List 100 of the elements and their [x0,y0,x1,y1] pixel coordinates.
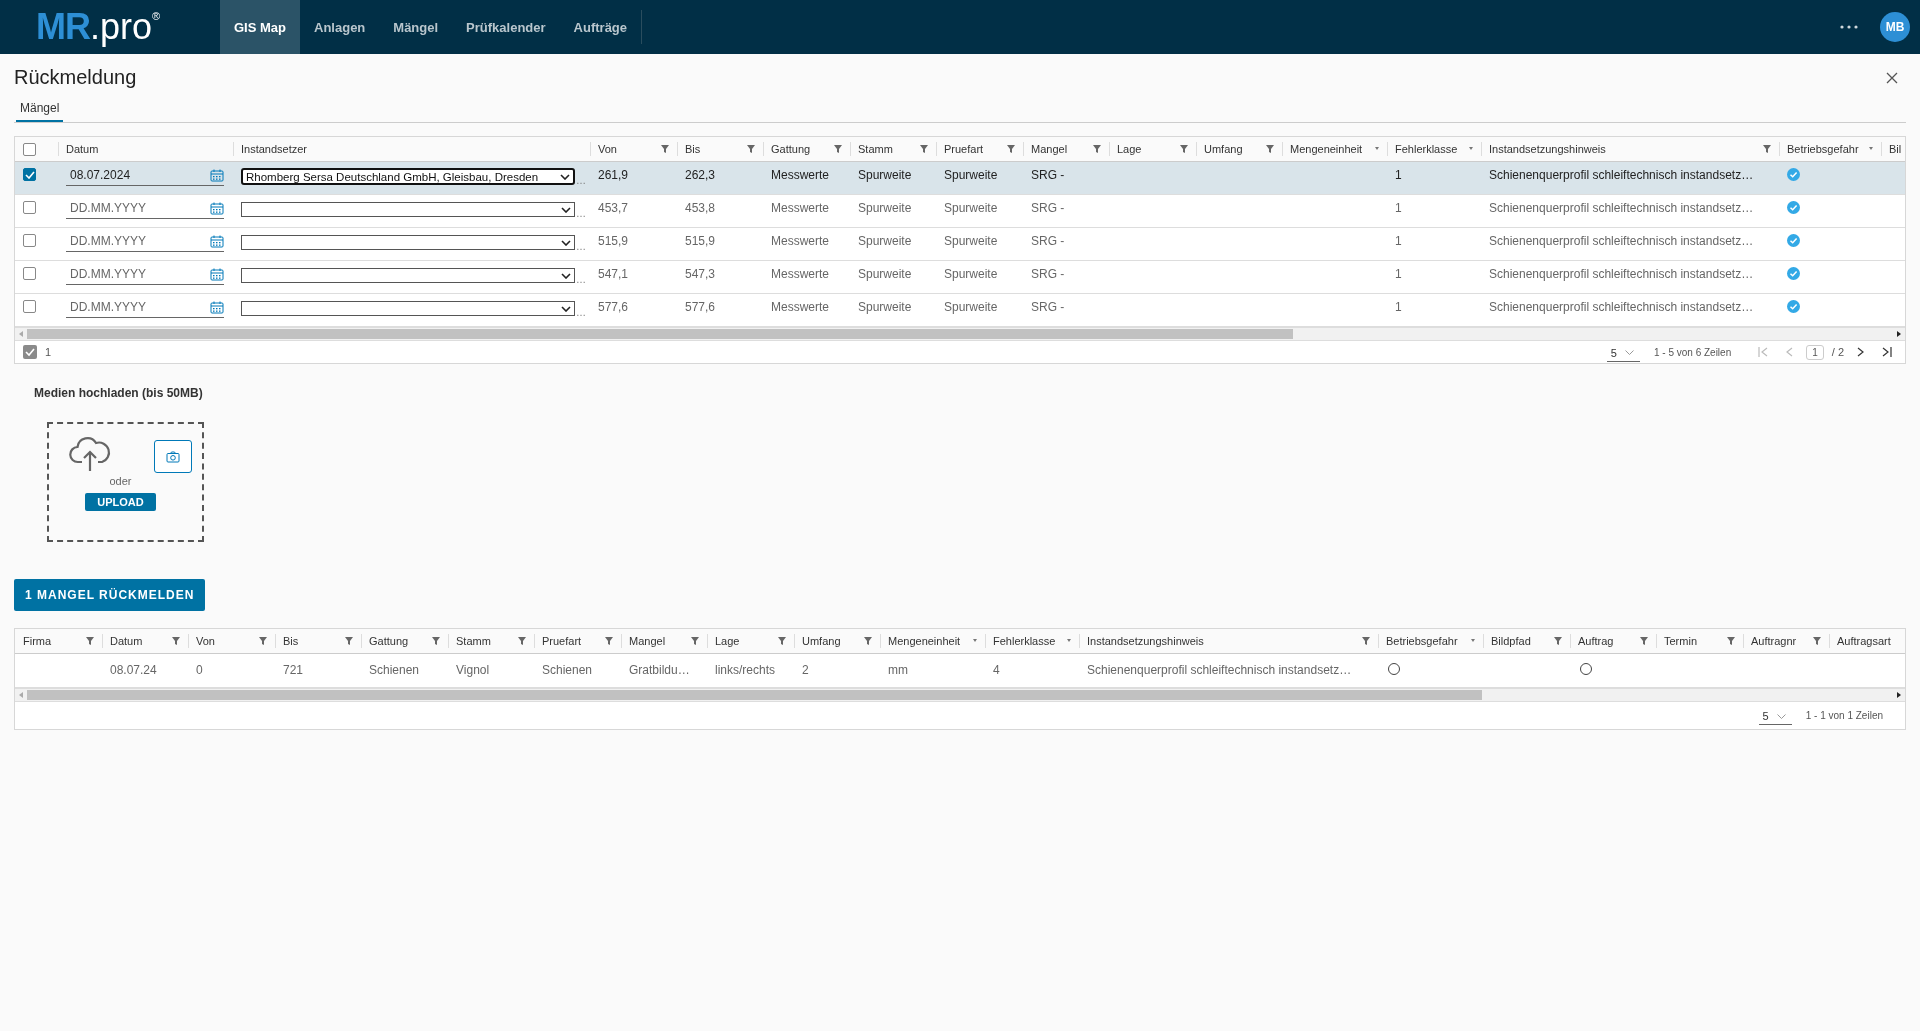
nav-tab[interactable]: Anlagen [300,0,380,54]
column-header[interactable]: Von [196,635,255,647]
sort-icon[interactable] [1375,147,1379,151]
nav-tab[interactable]: Mängel [379,0,453,54]
close-icon[interactable] [1886,71,1898,84]
column-header[interactable]: Termin [1664,635,1723,647]
column-header[interactable]: Instandsetzungshinweis [1489,143,1759,155]
horizontal-scrollbar[interactable] [15,688,1905,702]
filter-icon[interactable] [1727,637,1735,645]
user-avatar[interactable]: MB [1880,12,1910,42]
column-header[interactable]: Mangel [1031,143,1089,155]
column-header[interactable]: Betriebsgefahr [1386,635,1467,647]
tab[interactable]: Mängel [16,97,64,122]
filter-icon[interactable] [1813,637,1821,645]
caret-icon[interactable] [561,239,571,246]
chevron-down-icon[interactable] [1624,350,1634,355]
row-checkbox[interactable] [23,168,36,181]
contractor-dropdown[interactable]: Rhomberg Sersa Deutschland GmbH, Gleisbau, Dresden [241,168,575,185]
filter-icon[interactable] [1266,145,1274,153]
filter-icon[interactable] [1763,145,1771,153]
row-checkbox[interactable] [23,234,36,247]
calendar-icon[interactable] [210,168,224,182]
column-header[interactable]: Umfang [1204,143,1262,155]
contractor-dropdown[interactable] [241,235,575,250]
filter-icon[interactable] [691,637,699,645]
nav-tab[interactable]: Prüfkalender [452,0,560,54]
filter-icon[interactable] [778,637,786,645]
column-header[interactable]: Bildpfad [1491,635,1550,647]
column-header[interactable]: Instandsetzer [241,143,582,155]
caret-icon[interactable] [561,272,571,279]
column-header[interactable]: Firma [23,635,82,647]
filter-icon[interactable] [259,637,267,645]
row-checkbox[interactable] [23,201,36,214]
row-checkbox[interactable] [23,300,36,313]
select-all-checkbox[interactable] [23,142,36,156]
column-header[interactable]: Lage [1117,143,1176,155]
filter-icon[interactable] [747,145,755,153]
filter-icon[interactable] [834,145,842,153]
scroll-right-icon[interactable] [1897,331,1901,337]
sort-icon[interactable] [1869,147,1873,151]
filter-icon[interactable] [1093,145,1101,153]
page-size-dropdown[interactable]: 5 [1758,710,1792,725]
contractor-dropdown[interactable] [241,301,575,316]
date-field[interactable]: DD.MM.YYYY [66,198,224,219]
calendar-icon[interactable] [210,267,224,281]
last-page-icon[interactable] [1882,347,1892,357]
column-header[interactable]: Mangel [629,635,687,647]
filter-icon[interactable] [605,637,613,645]
camera-icon[interactable] [166,450,180,463]
filter-icon[interactable] [920,145,928,153]
column-header[interactable]: Auftragsart [1837,635,1901,647]
next-page-icon[interactable] [1857,347,1864,357]
calendar-icon[interactable] [210,300,224,314]
filter-icon[interactable] [86,637,94,645]
row-checkbox[interactable] [23,267,36,280]
date-field[interactable]: DD.MM.YYYY [66,264,224,285]
column-header[interactable]: Pruefart [542,635,601,647]
sort-icon[interactable] [1469,147,1473,151]
filter-icon[interactable] [172,637,180,645]
date-field[interactable]: DD.MM.YYYY [66,231,224,252]
caret-icon[interactable] [561,305,571,312]
column-header[interactable]: Stamm [456,635,514,647]
sort-icon[interactable] [973,639,977,643]
contractor-dropdown[interactable] [241,202,575,217]
upload-button[interactable]: UPLOAD [85,493,156,511]
filter-icon[interactable] [432,637,440,645]
calendar-icon[interactable] [210,234,224,248]
date-field[interactable]: 08.07.2024 [66,165,224,186]
column-header[interactable]: Datum [66,143,225,155]
column-header[interactable]: Bil [1889,143,1905,155]
filter-icon[interactable] [1362,637,1370,645]
nav-tab[interactable]: GIS Map [220,0,300,54]
column-header[interactable]: Auftragnr [1751,635,1809,647]
column-header[interactable]: Umfang [802,635,860,647]
scroll-right-icon[interactable] [1897,692,1901,698]
filter-icon[interactable] [1554,637,1562,645]
caret-icon[interactable] [560,173,570,180]
submit-button[interactable]: 1 MANGEL RÜCKMELDEN [14,579,206,611]
filter-icon[interactable] [661,145,669,153]
more-icon[interactable] [1840,25,1858,29]
column-header[interactable]: Mengeneinheit [888,635,969,647]
column-header[interactable]: Betriebsgefahr [1787,143,1865,155]
column-header[interactable]: Fehlerklasse [1395,143,1465,155]
nav-tab[interactable]: Aufträge [559,0,642,54]
filter-icon[interactable] [1007,145,1015,153]
column-header[interactable]: Pruefart [944,143,1003,155]
logo[interactable]: MR.pro$^{®}$ [0,0,220,54]
column-header[interactable]: Auftrag [1578,635,1636,647]
filter-icon[interactable] [345,637,353,645]
table-row[interactable]: 08.07.2024 Rhomberg Sersa Deutschland GmbH, Gleisbau, Dresden … 261,9 262,3 Messwerte Spurweite Spurweite SRG - 1 Schienenquerprofil schleiftechnisch instandsetz… [15,162,1905,195]
cloud-upload-icon[interactable] [69,434,111,472]
filter-icon[interactable] [1180,145,1188,153]
filter-icon[interactable] [518,637,526,645]
filter-icon[interactable] [864,637,872,645]
column-header[interactable]: Lage [715,635,774,647]
column-header[interactable]: Gattung [369,635,428,647]
column-header[interactable]: Bis [283,635,341,647]
column-header[interactable]: Stamm [858,143,916,155]
column-header[interactable]: Von [598,143,657,155]
chevron-down-icon[interactable] [1776,713,1786,719]
